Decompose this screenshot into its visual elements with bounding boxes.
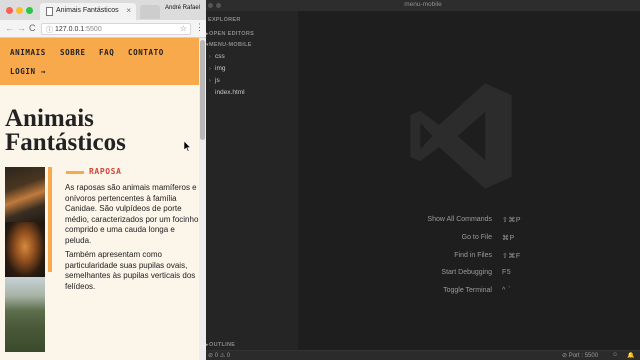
shortcut-key: ⇧⌘F [502, 253, 521, 260]
tab-title: Animais Fantásticos [56, 7, 119, 14]
new-tab-button[interactable] [140, 5, 160, 19]
maximize-window-button[interactable] [26, 7, 33, 14]
bookmark-star-icon[interactable]: ☆ [180, 24, 187, 33]
sidebar-item-img[interactable]: img [215, 65, 225, 72]
browser-menu-icon[interactable]: ⋮ [195, 22, 204, 33]
url-host: 127.0.0.1 [55, 26, 85, 33]
browser-window: Animais Fantásticos × André Rafael ← → C… [0, 0, 206, 360]
shortcut-label-find-in-files[interactable]: Find in Files [352, 252, 492, 259]
url-port: :5500 [84, 26, 102, 33]
nav-link-animais[interactable]: ANIMAIS [10, 48, 46, 57]
status-bar: ⊘ 0 ⚠ 0 ⊘ Port : 5500 ☺ 🔔 [206, 350, 640, 360]
sidebar-item-index-html[interactable]: index.html [215, 89, 245, 96]
nav-link-contato[interactable]: CONTATO [128, 48, 164, 57]
page-icon [46, 7, 53, 16]
nav-link-login[interactable]: LOGIN → [10, 67, 46, 76]
lion-image[interactable] [5, 222, 45, 277]
folder-chevron-icon[interactable]: › [209, 78, 211, 84]
address-bar: ← → C ⓘ 127.0.0.1:5500 ☆ ⋮ [0, 20, 206, 38]
nav-link-faq[interactable]: FAQ [99, 48, 114, 57]
explorer-heading: EXPLORER [208, 17, 241, 23]
bell-icon[interactable]: 🔔 [627, 352, 634, 359]
url-input[interactable]: ⓘ 127.0.0.1:5500 ☆ [41, 23, 191, 35]
back-icon[interactable]: ← [5, 23, 14, 33]
code-editor-window: menu-mobile EXPLORER ▸ OPEN EDITORS ▾ ME… [206, 0, 640, 360]
info-icon[interactable]: ⓘ [46, 25, 53, 35]
shortcut-label-toggle-terminal[interactable]: Toggle Terminal [352, 287, 492, 294]
shortcut-label-show-all-commands[interactable]: Show All Commands [352, 216, 492, 223]
animal-name: RAPOSA [89, 167, 122, 176]
browser-tab-active[interactable]: Animais Fantásticos × [40, 3, 136, 20]
bear-image[interactable] [5, 277, 45, 352]
animal-description-2: Também apresentam como particularidade s… [65, 250, 196, 291]
fox-image[interactable] [5, 167, 45, 222]
editor-welcome-area: Show All Commands ⇧⌘P Go to File ⌘P Find… [298, 11, 640, 350]
shortcut-key: F5 [502, 269, 512, 276]
sidebar-item-css[interactable]: css [215, 53, 225, 60]
outline-section[interactable]: OUTLINE [209, 342, 235, 348]
site-header: ANIMAIS SOBRE FAQ CONTATO LOGIN → [0, 38, 199, 85]
active-item-indicator [48, 167, 52, 272]
tab-close-icon[interactable]: × [126, 6, 131, 15]
scrollbar-thumb[interactable] [200, 40, 205, 140]
live-server-port[interactable]: ⊘ Port : 5500 [562, 352, 598, 359]
url-text: 127.0.0.1:5500 [55, 26, 102, 33]
problems-indicator[interactable]: ⊘ 0 ⚠ 0 [208, 352, 230, 359]
editor-title-bar: menu-mobile [206, 0, 640, 11]
minimize-window-button[interactable] [16, 7, 23, 14]
shortcut-label-go-to-file[interactable]: Go to File [352, 234, 492, 241]
page-scrollbar[interactable] [199, 38, 206, 360]
feedback-icon[interactable]: ☺ [612, 352, 618, 358]
reload-icon[interactable]: C [29, 23, 36, 33]
mouse-cursor-icon [184, 141, 192, 152]
folder-chevron-icon[interactable]: › [209, 66, 211, 72]
close-window-button[interactable] [6, 7, 13, 14]
explorer-sidebar: EXPLORER ▸ OPEN EDITORS ▾ MENU-MOBILE › … [206, 11, 298, 350]
shortcut-key: ⌘P [502, 235, 515, 242]
shortcut-label-start-debugging[interactable]: Start Debugging [352, 269, 492, 276]
open-editors-section[interactable]: OPEN EDITORS [209, 31, 254, 37]
project-folder[interactable]: MENU-MOBILE [209, 42, 252, 48]
sidebar-item-js[interactable]: js [215, 77, 220, 84]
vscode-logo-icon [410, 83, 512, 189]
animal-description-1: As raposas são animais mamíferos e onívo… [65, 183, 199, 245]
forward-icon[interactable]: → [17, 23, 26, 33]
folder-chevron-icon[interactable]: › [209, 54, 211, 60]
browser-tab-bar: Animais Fantásticos × André Rafael [0, 0, 206, 20]
nav-link-sobre[interactable]: SOBRE [60, 48, 86, 57]
shortcut-key: ^ ` [502, 287, 512, 294]
editor-window-title: menu-mobile [404, 1, 442, 8]
shortcut-key: ⇧⌘P [502, 217, 522, 224]
page-title: Animais Fantásticos [5, 105, 126, 156]
profile-name[interactable]: André Rafael [165, 5, 200, 11]
screen: Animais Fantásticos × André Rafael ← → C… [0, 0, 640, 360]
subtitle-dash [66, 171, 84, 174]
